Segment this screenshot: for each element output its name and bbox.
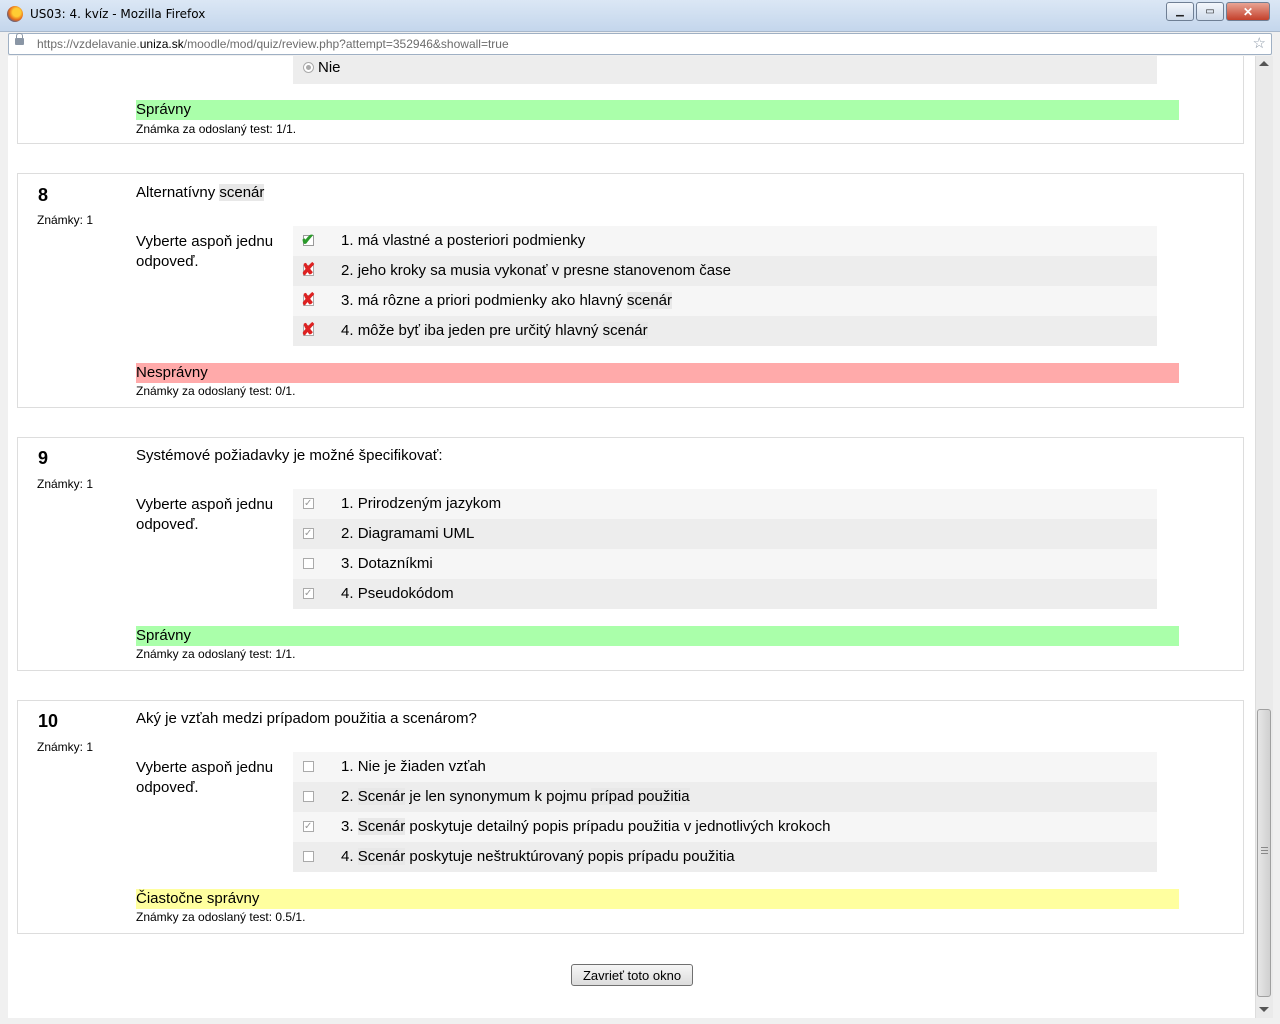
checkbox-checked[interactable]	[301, 526, 316, 541]
close-window-button[interactable]: ✕	[1226, 2, 1270, 21]
question-number: 8	[38, 185, 49, 205]
close-window-page-button[interactable]: Zavrieť toto okno	[571, 964, 693, 986]
scroll-down-icon[interactable]	[1259, 1007, 1269, 1012]
answer-option[interactable]: 2. Scenár je len synonymum k pojmu prípa…	[293, 782, 1157, 812]
checkbox-unchecked[interactable]	[301, 759, 316, 774]
question-text: Systémové požiadavky je možné špecifikov…	[136, 447, 443, 464]
answer-label: 2. Diagramami UML	[341, 525, 475, 542]
question-8: 8 Známky: 1 Alternatívny scenár Vyberte …	[17, 173, 1244, 408]
window-title: US03: 4. kvíz - Mozilla Firefox	[30, 7, 206, 21]
maximize-button[interactable]: ▭	[1196, 2, 1224, 21]
grade-text: Známky za odoslaný test: 0.5/1.	[136, 910, 306, 924]
answer-list: ✔ 1. má vlastné a posteriori podmienky ✘…	[293, 226, 1157, 346]
answer-label: 1. má vlastné a posteriori podmienky	[341, 232, 586, 249]
answer-option[interactable]: 1. Nie je žiaden vzťah	[293, 752, 1157, 782]
answer-list: 1. Prirodzeným jazykom 2. Diagramami UML…	[293, 489, 1157, 609]
grade-text: Známky za odoslaný test: 0/1.	[136, 384, 296, 398]
checkbox-checked[interactable]	[301, 586, 316, 601]
answer-label: 3. Dotazníkmi	[341, 555, 433, 572]
incorrect-cross-icon: ✘	[301, 260, 316, 279]
checkbox-checked[interactable]	[301, 496, 316, 511]
question-marks: Známky: 1	[37, 477, 94, 491]
answer-label: 1. Nie je žiaden vzťah	[341, 758, 486, 775]
answer-label: 4. môže byť iba jeden pre určitý hlavný …	[341, 322, 648, 339]
question-text: Aký je vzťah medzi prípadom použitia a s…	[136, 710, 477, 727]
checkbox[interactable]: ✘	[301, 320, 316, 339]
incorrect-cross-icon: ✘	[301, 320, 316, 339]
checkbox-checked[interactable]	[301, 819, 316, 834]
page-content: Nie Správny Známka za odoslaný test: 1/1…	[8, 56, 1255, 1018]
window-titlebar: US03: 4. kvíz - Mozilla Firefox ▁ ▭ ✕	[0, 0, 1280, 32]
scroll-thumb[interactable]	[1257, 709, 1271, 997]
checkbox-unchecked[interactable]	[301, 789, 316, 804]
outcome-incorrect: Nesprávny	[136, 363, 1179, 383]
url-bar[interactable]: https://vzdelavanie.uniza.sk/moodle/mod/…	[8, 33, 1272, 55]
outcome-correct: Správny	[136, 626, 1179, 646]
answer-option[interactable]: ✘ 2. jeho kroky sa musia vykonať v presn…	[293, 256, 1157, 286]
lock-icon	[15, 33, 24, 45]
question-number: 10	[38, 711, 59, 731]
grade-text: Známka za odoslaný test: 1/1.	[136, 122, 297, 136]
correct-check-icon: ✔	[301, 232, 315, 249]
question-marks: Známky: 1	[37, 740, 94, 754]
checkbox-unchecked[interactable]	[301, 849, 316, 864]
url-text[interactable]: https://vzdelavanie.uniza.sk/moodle/mod/…	[37, 37, 509, 51]
answer-option[interactable]: 1. Prirodzeným jazykom	[293, 489, 1157, 519]
answer-prompt: Vyberte aspoň jednu odpoveď.	[136, 233, 274, 270]
checkbox[interactable]: ✔	[301, 232, 316, 249]
minimize-button[interactable]: ▁	[1166, 2, 1194, 21]
answer-label: 3. má rôzne a priori podmienky ako hlavn…	[341, 292, 673, 309]
answer-option[interactable]: ✘ 3. má rôzne a priori podmienky ako hla…	[293, 286, 1157, 316]
question-9: 9 Známky: 1 Systémové požiadavky je možn…	[17, 437, 1244, 671]
question-marks: Známky: 1	[37, 213, 94, 227]
question-text: Alternatívny scenár	[136, 184, 265, 201]
answer-label: 1. Prirodzeným jazykom	[341, 495, 502, 512]
vertical-scrollbar[interactable]	[1255, 56, 1273, 1018]
answer-label: 2. jeho kroky sa musia vykonať v presne …	[341, 262, 731, 279]
answer-label: 4. Scenár poskytuje neštruktúrovaný popi…	[341, 848, 735, 865]
answer-option[interactable]: 4. Scenár poskytuje neštruktúrovaný popi…	[293, 842, 1157, 872]
checkbox-unchecked[interactable]	[301, 556, 316, 571]
maximize-icon: ▭	[1205, 6, 1215, 17]
question-number: 9	[38, 448, 49, 468]
question-previous: Nie Správny Známka za odoslaný test: 1/1…	[17, 56, 1244, 144]
question-10: 10 Známky: 1 Aký je vzťah medzi prípadom…	[17, 700, 1244, 934]
checkbox[interactable]: ✘	[301, 260, 316, 279]
radio-option[interactable]	[303, 62, 314, 73]
answer-label: 4. Pseudokódom	[341, 585, 454, 602]
answer-option[interactable]: ✔ 1. má vlastné a posteriori podmienky	[293, 226, 1157, 256]
scroll-up-icon[interactable]	[1259, 61, 1269, 66]
firefox-icon	[7, 6, 23, 22]
close-icon: ✕	[1242, 4, 1254, 19]
answer-list: 1. Nie je žiaden vzťah 2. Scenár je len …	[293, 752, 1157, 872]
outcome-correct: Správny	[136, 100, 1179, 120]
answer-prompt: Vyberte aspoň jednu odpoveď.	[136, 759, 274, 796]
answer-option[interactable]: 3. Dotazníkmi	[293, 549, 1157, 579]
bookmark-star-icon[interactable]: ☆	[1253, 34, 1266, 52]
incorrect-cross-icon: ✘	[301, 290, 316, 309]
answer-option[interactable]: 2. Diagramami UML	[293, 519, 1157, 549]
answer-option[interactable]: 4. Pseudokódom	[293, 579, 1157, 609]
answer-option[interactable]: ✘ 4. môže byť iba jeden pre určitý hlavn…	[293, 316, 1157, 346]
option-label: Nie	[318, 59, 341, 76]
answer-list: Nie	[293, 56, 1157, 84]
outcome-partial: Čiastočne správny	[136, 889, 1179, 909]
minimize-icon: ▁	[1176, 6, 1184, 17]
answer-prompt: Vyberte aspoň jednu odpoveď.	[136, 496, 274, 533]
answer-option[interactable]: 3. Scenár poskytuje detailný popis prípa…	[293, 812, 1157, 842]
grade-text: Známky za odoslaný test: 1/1.	[136, 647, 296, 661]
answer-label: 2. Scenár je len synonymum k pojmu prípa…	[341, 788, 690, 805]
answer-label: 3. Scenár poskytuje detailný popis prípa…	[341, 818, 831, 835]
checkbox[interactable]: ✘	[301, 290, 316, 309]
